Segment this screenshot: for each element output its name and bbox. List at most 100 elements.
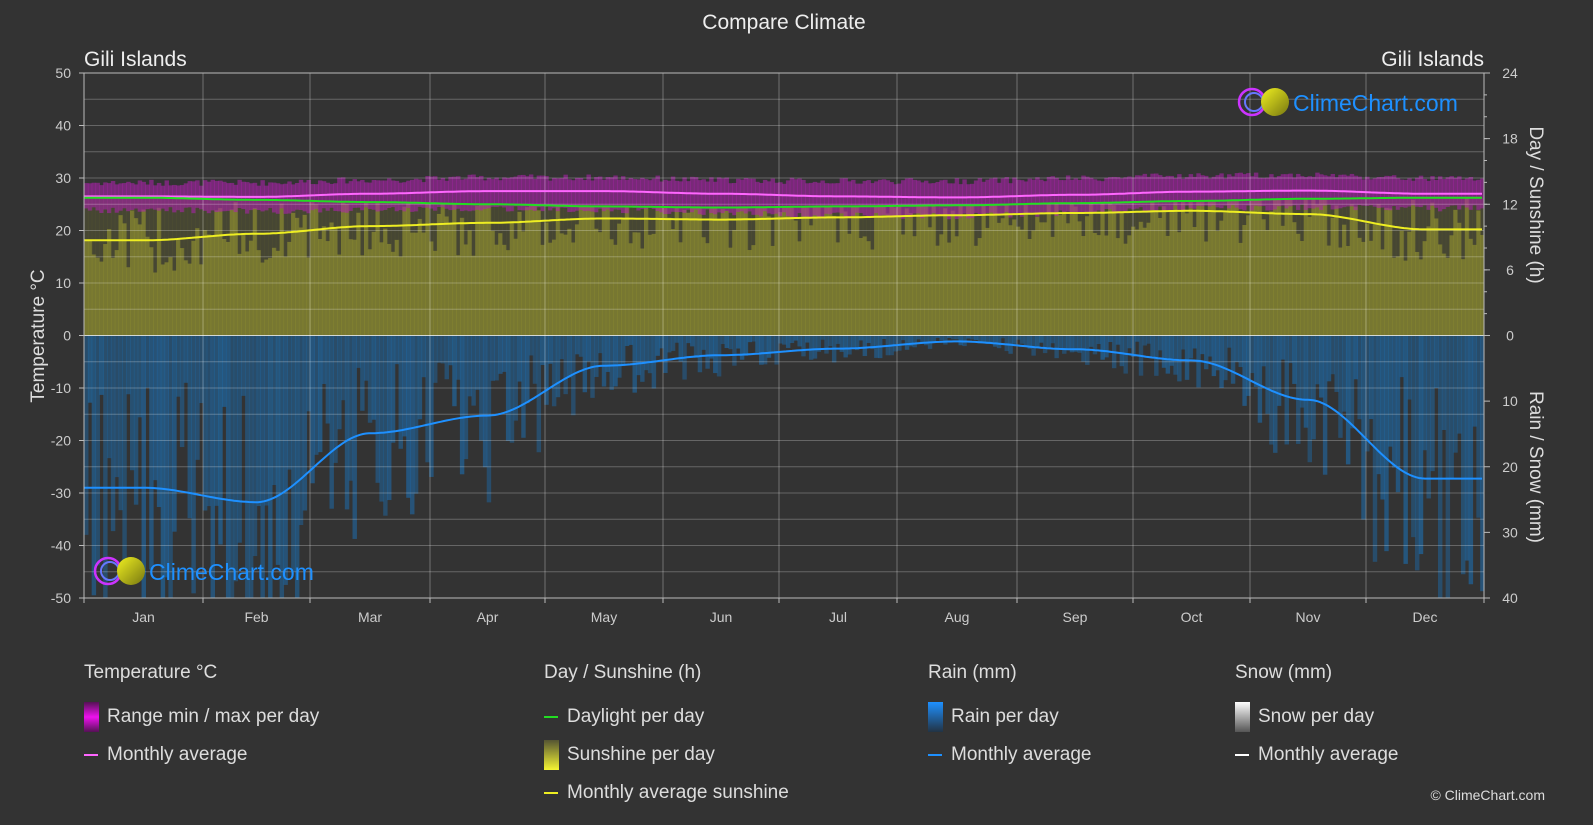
sunshine-bar: [1088, 203, 1094, 336]
rain-bar: [724, 335, 729, 349]
sunshine-bar: [908, 213, 914, 336]
rain-bar: [1238, 335, 1243, 368]
rain-bar: [540, 335, 545, 366]
temp-range-bar: [774, 182, 779, 214]
rain-bar: [824, 335, 829, 354]
left-tick-label: -50: [51, 590, 71, 606]
temp-range-bar: [801, 179, 806, 217]
rain-bar: [126, 335, 131, 395]
temp-range-bar: [820, 180, 825, 218]
sunshine-bar: [927, 227, 933, 336]
temp-range-bar: [1391, 175, 1397, 207]
temp-range-bar: [433, 176, 438, 211]
rain-bar: [1380, 335, 1385, 500]
rain-bar: [1184, 335, 1190, 380]
month-label: Jun: [710, 609, 733, 625]
right-bottom-tick-label: 40: [1502, 590, 1518, 606]
location-left: Gili Islands: [84, 48, 187, 71]
sunshine-bar: [1261, 219, 1266, 336]
rain-bar: [417, 335, 423, 420]
sunshine-bar: [1096, 235, 1102, 336]
sunshine-bar: [1134, 229, 1140, 336]
legend-rain: Rain (mm) Rain per day Monthly average: [928, 662, 1091, 774]
month-label: Apr: [477, 609, 499, 625]
sunshine-bar: [275, 250, 281, 336]
rain-bar: [647, 335, 653, 374]
sunshine-bar: [425, 203, 430, 336]
rain-bar: [835, 335, 841, 344]
temp-range-bar: [785, 180, 791, 217]
temp-range-bar: [885, 180, 891, 216]
temp-range-bar: [187, 181, 192, 208]
temp-range-bar: [1460, 179, 1466, 206]
sunshine-bar: [877, 206, 883, 336]
legend-label: Sunshine per day: [567, 744, 715, 765]
rain-bar: [348, 335, 354, 481]
sunshine-bar: [851, 206, 856, 336]
rain-bar: [617, 335, 622, 378]
rain-bar: [410, 335, 415, 515]
sunshine-bar: [1092, 232, 1098, 336]
rain-bar: [736, 335, 741, 349]
sunshine-bar: [597, 232, 603, 336]
temp-range-bar: [782, 183, 787, 213]
temp-range-bar: [1303, 177, 1309, 210]
rain-bar: [371, 335, 377, 420]
left-tick-label: -20: [51, 433, 71, 449]
rain-bar: [1146, 335, 1151, 344]
temp-range-bar: [617, 179, 622, 210]
temp-range-bar: [264, 185, 269, 211]
sunshine-bar: [164, 262, 169, 336]
sunshine-bar: [828, 206, 833, 336]
sunshine-bar: [528, 204, 534, 336]
sunshine-bar: [1142, 227, 1148, 336]
rain-bar: [843, 335, 848, 358]
rain-bar: [1342, 335, 1347, 412]
rain-bar: [84, 335, 89, 535]
rain-bar: [337, 335, 342, 430]
sunshine-bar: [1441, 253, 1447, 336]
rain-bar: [1453, 335, 1458, 453]
sunshine-bar: [252, 207, 258, 336]
sunshine-bar: [145, 236, 150, 336]
sunshine-bar: [1472, 244, 1477, 336]
rain-bar: [1035, 335, 1040, 348]
sunshine-bar: [410, 232, 415, 336]
month-label: Nov: [1296, 609, 1321, 625]
sunshine-bar: [1434, 218, 1439, 336]
sunshine-bar: [310, 202, 315, 336]
sunshine-bar: [1073, 206, 1079, 336]
temp-range-bar: [1445, 177, 1451, 207]
temp-range-bar: [1180, 178, 1186, 211]
temp-range-bar: [1242, 174, 1247, 211]
sunshine-bar: [317, 239, 323, 336]
sunshine-bar: [294, 217, 300, 336]
sunshine-bar: [153, 272, 158, 336]
snow-swatch-icon: [1235, 702, 1250, 732]
rain-bar: [1058, 335, 1063, 349]
rain-bar: [1173, 335, 1178, 375]
sunshine-bar: [1161, 206, 1167, 336]
temp-range-bar: [1039, 179, 1044, 214]
sunshine-bar: [1054, 203, 1059, 336]
sunshine-bar: [620, 219, 626, 336]
rain-bar: [387, 335, 392, 501]
temp-range-bar: [252, 182, 258, 209]
rain-bar: [298, 335, 304, 525]
sunshine-bar: [1173, 201, 1178, 336]
sunshine-bar: [1349, 204, 1355, 336]
sunshine-bar: [667, 217, 672, 336]
temp-range-bar: [91, 182, 97, 208]
temp-range-bar: [858, 183, 864, 214]
rain-bar: [924, 335, 929, 346]
sunshine-bar: [1069, 203, 1075, 336]
temp-range-bar: [348, 181, 354, 211]
rain-bar: [828, 335, 833, 347]
sunshine-bar: [770, 245, 776, 336]
watermark-bottom: ClimeChart.com: [93, 556, 314, 586]
rain-bar: [1039, 335, 1044, 343]
temp-range-bar: [1307, 176, 1312, 209]
rain-bar: [364, 335, 369, 381]
temp-range-bar: [812, 181, 818, 216]
rain-bar: [475, 335, 480, 390]
